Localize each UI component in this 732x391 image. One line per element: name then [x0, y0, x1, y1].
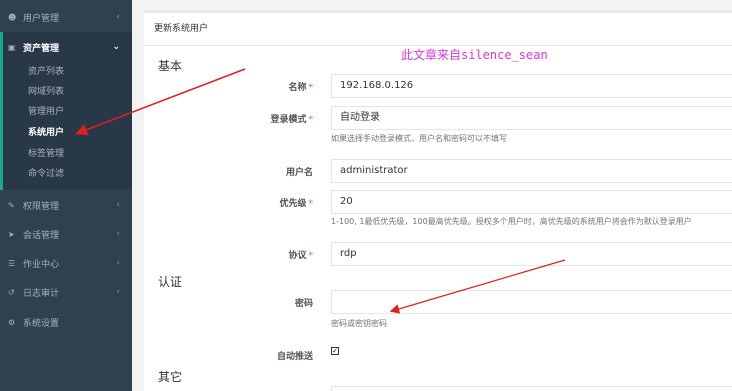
auto-push-checkbox[interactable]: ✓	[331, 347, 339, 355]
cogs-icon: ⚙	[8, 317, 16, 327]
submenu-item-asset-list[interactable]: 资产列表	[28, 64, 64, 80]
users-icon: ☻	[8, 12, 17, 22]
panel-title: 更新系统用户	[144, 13, 732, 46]
rocket-icon: ➤	[8, 229, 15, 239]
submenu-item-command-filter[interactable]: 命令过滤	[28, 166, 64, 182]
chevron-left-icon: ‹	[116, 258, 120, 268]
username-input[interactable]: administrator	[331, 159, 732, 183]
chevron-left-icon: ‹	[116, 229, 120, 239]
priority-help: 1-100, 1最低优先级，100最高优先级。授权多个用户时，高优先级的系统用户…	[331, 217, 692, 226]
nav-label: 会话管理	[23, 230, 60, 241]
submenu-item-label-management[interactable]: 标签管理	[28, 146, 64, 162]
edit-icon: ✎	[8, 200, 15, 210]
password-help: 密码或密钥密码	[331, 319, 387, 328]
nav-asset-management[interactable]: ▣ 资产管理 ⌄	[0, 32, 132, 62]
login-mode-select[interactable]: 自动登录	[331, 106, 732, 130]
submenu-item-system-user[interactable]: 系统用户	[28, 125, 64, 141]
nav-job-center[interactable]: ☰ 作业中心 ‹	[0, 248, 132, 278]
auto-push-label: 自动推送	[276, 352, 313, 362]
priority-input[interactable]: 20	[331, 190, 732, 214]
chevron-left-icon: ‹	[116, 200, 120, 210]
nav-permission-management[interactable]: ✎ 权限管理 ‹	[0, 190, 132, 220]
nav-label: 资产管理	[23, 43, 60, 54]
nav-label: 作业中心	[23, 259, 60, 270]
login-mode-label-text: 登录模式	[270, 115, 307, 125]
protocol-label: 协议 *	[163, 248, 313, 261]
username-label: 用户名	[285, 168, 313, 178]
login-mode-help: 如果选择手动登录模式，用户名和密码可以不填写	[331, 134, 507, 143]
priority-label-text: 优先级	[279, 199, 307, 209]
required-mark: *	[308, 83, 314, 93]
required-mark: *	[308, 199, 314, 209]
required-mark: *	[308, 115, 314, 125]
password-label: 密码	[294, 299, 313, 309]
name-input[interactable]: 192.168.0.126	[331, 74, 732, 98]
nav-label: 日志审计	[23, 288, 60, 299]
nav-system-settings[interactable]: ⚙ 系统设置	[0, 307, 132, 337]
asset-submenu: 资产列表 网域列表 管理用户 系统用户 标签管理 命令过滤	[0, 60, 132, 190]
name-label: 名称 *	[163, 80, 313, 93]
nav-label: 用户管理	[23, 13, 60, 24]
watermark-text: 此文章来自silence_sean	[401, 48, 548, 62]
login-mode-label: 登录模式 *	[163, 112, 313, 125]
protocol-label-text: 协议	[288, 251, 307, 261]
nav-log-audit[interactable]: ↺ 日志审计 ‹	[0, 277, 132, 307]
chevron-down-icon: ⌄	[112, 42, 120, 52]
submenu-item-admin-user[interactable]: 管理用户	[28, 104, 64, 120]
inbox-icon: ▣	[8, 42, 16, 52]
chevron-left-icon: ‹	[116, 12, 120, 22]
priority-label: 优先级 *	[163, 196, 313, 209]
submenu-item-domain-list[interactable]: 网域列表	[28, 84, 64, 100]
name-label-text: 名称	[288, 83, 307, 93]
section-title-other: 其它	[158, 370, 183, 384]
chevron-left-icon: ‹	[116, 287, 120, 297]
nav-label: 权限管理	[23, 201, 60, 212]
protocol-select[interactable]: rdp	[331, 242, 732, 266]
nav-session-management[interactable]: ➤ 会话管理 ‹	[0, 219, 132, 249]
other-first-input[interactable]	[331, 386, 732, 391]
nav-label: 系统设置	[23, 318, 60, 329]
history-icon: ↺	[8, 287, 15, 297]
section-title-auth: 认证	[158, 275, 183, 289]
nav-user-management[interactable]: ☻ 用户管理 ‹	[0, 2, 132, 32]
password-input[interactable]	[331, 290, 732, 314]
list-icon: ☰	[8, 258, 16, 268]
required-mark: *	[308, 251, 314, 261]
section-title-basic: 基本	[158, 59, 183, 73]
sidebar: ☻ 用户管理 ‹ ▣ 资产管理 ⌄ 资产列表 网域列表 管理用户 系统用户 标签…	[0, 0, 132, 391]
